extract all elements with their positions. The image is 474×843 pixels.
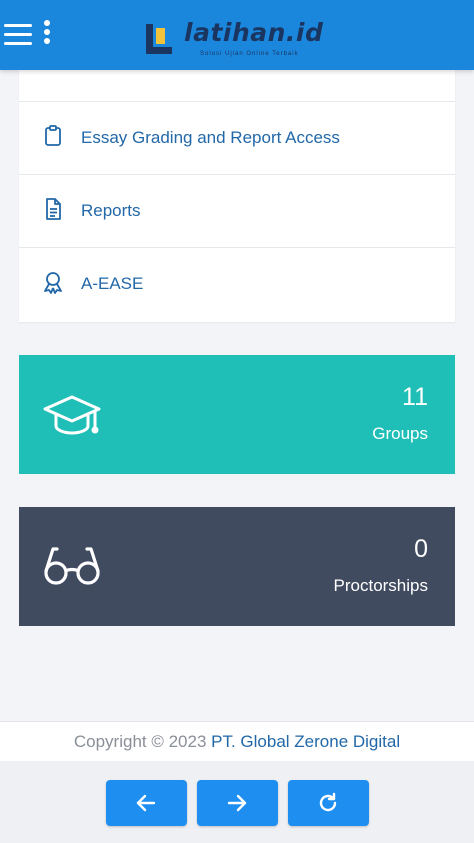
groups-label: Groups [372,424,428,443]
menu-item-label: A-EASE [81,274,144,293]
graduation-cap-icon [43,395,101,435]
menu-item-label: Reports [81,201,141,220]
brand-name: latihan.id [184,18,324,47]
groups-count: 11 [402,383,428,411]
bottom-nav-bar [0,761,474,843]
proctorships-count: 0 [414,535,428,563]
footer: Copyright © 2023 PT. Global Zerone Digit… [0,721,474,761]
groups-stat-card[interactable]: 11 Groups [19,355,455,474]
proctorships-stat-card[interactable]: 0 Proctorships [19,507,455,626]
document-icon [46,198,61,220]
clipboard-icon [45,125,61,146]
arrow-right-icon [227,794,247,812]
brand-tagline: Solusi Ujian Online Terbaik [200,51,299,57]
app-header: latihan.id Solusi Ujian Online Terbaik [0,0,474,70]
award-ribbon-icon [44,272,62,294]
kebab-vertical-icon[interactable] [44,20,52,48]
hamburger-icon[interactable] [4,24,34,48]
logo-mark-icon [146,24,172,54]
proctorships-label: Proctorships [333,576,428,595]
menu-card: Essay Grading and Report Access Reports … [19,60,455,322]
refresh-icon [319,792,337,812]
copyright-text: Copyright © 2023 [73,732,212,751]
glasses-icon [44,547,100,585]
refresh-button[interactable] [288,780,369,826]
menu-item-reports[interactable]: Reports [19,175,455,248]
forward-button[interactable] [197,780,278,826]
menu-item-a-ease[interactable]: A-EASE [19,248,455,321]
back-button[interactable] [106,780,187,826]
brand-logo[interactable]: latihan.id Solusi Ujian Online Terbaik [144,18,344,60]
menu-item-essay-grading[interactable]: Essay Grading and Report Access [19,102,455,175]
company-link[interactable]: PT. Global Zerone Digital [211,732,400,751]
menu-item-label: Essay Grading and Report Access [81,128,340,147]
arrow-left-icon [136,794,156,812]
